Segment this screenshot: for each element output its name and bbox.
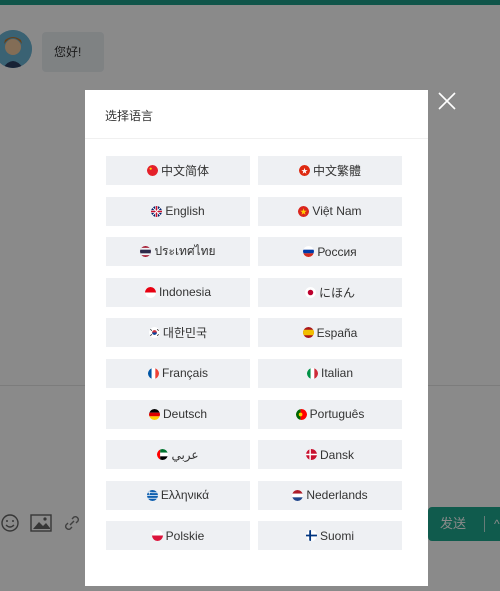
language-label: Português (309, 407, 365, 422)
language-label: ประเทศไทย (154, 244, 216, 259)
language-option-germany[interactable]: Deutsch (106, 399, 250, 429)
language-grid: 中文简体 中文繁體 English Việt Nam ประเทศไทย Россия In… (106, 156, 402, 551)
language-option-denmark[interactable]: Dansk (258, 440, 402, 470)
language-option-thailand[interactable]: ประเทศไทย (106, 237, 250, 267)
language-option-indonesia[interactable]: Indonesia (106, 277, 250, 307)
language-option-finland[interactable]: Suomi (258, 521, 402, 551)
language-option-netherlands[interactable]: Nederlands (258, 480, 402, 510)
language-option-japan[interactable]: にほん (258, 277, 402, 307)
spain-flag-icon (302, 327, 314, 339)
language-label: Français (161, 366, 208, 381)
uae-flag-icon (157, 449, 169, 461)
language-option-uk[interactable]: English (106, 196, 250, 226)
korea-flag-icon (148, 327, 160, 339)
thailand-flag-icon (140, 246, 152, 258)
uk-flag-icon (151, 205, 163, 217)
language-option-china[interactable]: 中文简体 (106, 156, 250, 185)
language-modal: 选择语言 中文简体 中文繁體 English Việt Nam ประเทศไทย Рос… (85, 90, 428, 586)
language-option-korea[interactable]: 대한민국 (106, 318, 250, 348)
denmark-flag-icon (305, 449, 317, 461)
finland-flag-icon (305, 530, 317, 542)
close-icon[interactable] (436, 90, 458, 112)
germany-flag-icon (148, 408, 160, 420)
language-label: Italian (320, 366, 354, 381)
language-option-greece[interactable]: Ελληνικά (106, 480, 250, 510)
language-label: Ελληνικά (160, 488, 210, 503)
indonesia-flag-icon (144, 286, 156, 298)
language-label: Việt Nam (312, 204, 362, 219)
language-label: España (316, 325, 358, 340)
language-option-russia[interactable]: Россия (258, 237, 402, 267)
language-label: 中文繁體 (312, 164, 361, 178)
vietnam-flag-icon (298, 205, 310, 217)
language-option-spain[interactable]: España (258, 318, 402, 348)
language-label: Deutsch (162, 407, 208, 422)
language-label: عربي (171, 447, 199, 462)
language-label: 대한민국 (162, 326, 208, 341)
japan-flag-icon (304, 286, 316, 298)
language-label: Indonesia (158, 285, 212, 300)
language-option-vietnam[interactable]: Việt Nam (258, 196, 402, 226)
language-option-france[interactable]: Français (106, 358, 250, 388)
russia-flag-icon (303, 246, 315, 258)
china-flag-icon (146, 165, 158, 176)
language-label: Polskie (165, 528, 205, 543)
language-option-portugal[interactable]: Português (258, 399, 402, 429)
language-label: Dansk (319, 447, 354, 462)
language-label: 中文简体 (160, 164, 209, 178)
language-label: Россия (317, 244, 357, 259)
language-option-hongkong[interactable]: 中文繁體 (258, 156, 402, 185)
language-option-uae[interactable]: عربي (106, 440, 250, 470)
language-option-italy[interactable]: Italian (258, 358, 402, 388)
language-label: English (165, 204, 205, 219)
hongkong-flag-icon (298, 165, 310, 176)
language-label: Nederlands (306, 488, 368, 503)
france-flag-icon (147, 367, 159, 379)
italy-flag-icon (306, 367, 318, 379)
language-label: にほん (318, 285, 355, 300)
netherlands-flag-icon (292, 489, 304, 501)
portugal-flag-icon (295, 408, 307, 420)
language-option-poland[interactable]: Polskie (106, 521, 250, 551)
language-label: Suomi (319, 528, 354, 543)
modal-divider (85, 138, 428, 139)
poland-flag-icon (151, 530, 163, 542)
greece-flag-icon (146, 489, 158, 501)
modal-title: 选择语言 (105, 109, 154, 123)
